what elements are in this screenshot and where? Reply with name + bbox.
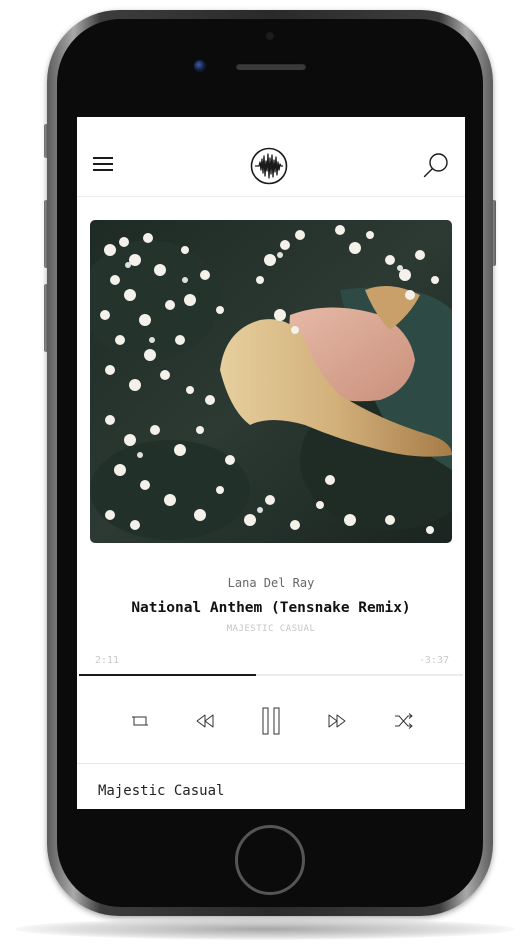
- pause-icon: [262, 707, 280, 735]
- section-divider: [77, 763, 465, 764]
- phone-shadow: [15, 918, 515, 940]
- app-header: [77, 117, 465, 197]
- artist-name[interactable]: Lana Del Ray: [77, 575, 465, 591]
- repeat-button[interactable]: [127, 703, 153, 739]
- search-icon[interactable]: [422, 151, 450, 179]
- progress-fill: [79, 674, 256, 676]
- track-title: National Anthem (Tensnake Remix): [131, 600, 411, 616]
- progress-bar[interactable]: [79, 674, 463, 676]
- album-artwork-image: [90, 220, 452, 543]
- rewind-icon: [196, 714, 214, 728]
- earpiece-speaker: [236, 63, 306, 70]
- remaining-time: -3:37: [418, 655, 449, 666]
- proximity-sensor: [266, 32, 274, 40]
- shuffle-icon: [395, 713, 413, 729]
- home-button[interactable]: [235, 825, 305, 895]
- playback-controls: [77, 703, 465, 739]
- channel-name[interactable]: Majestic Casual: [98, 783, 224, 799]
- elapsed-time: 2:11: [95, 655, 120, 666]
- fast-forward-button[interactable]: [323, 703, 351, 739]
- hamburger-menu-icon[interactable]: [93, 157, 113, 173]
- app-screen: Lana Del Ray National Anthem (Tensnake R…: [77, 117, 465, 809]
- pause-button[interactable]: [258, 703, 284, 739]
- rewind-button[interactable]: [191, 703, 219, 739]
- front-camera-icon: [194, 60, 206, 72]
- album-name[interactable]: MAJESTIC CASUAL: [77, 623, 465, 635]
- album-artwork: [90, 220, 452, 543]
- fast-forward-icon: [328, 714, 346, 728]
- shuffle-button[interactable]: [390, 703, 418, 739]
- track-info: Lana Del Ray National Anthem (Tensnake R…: [77, 575, 465, 635]
- stage: Lana Del Ray National Anthem (Tensnake R…: [0, 0, 529, 950]
- waveform-logo-icon[interactable]: [250, 147, 288, 185]
- repeat-icon: [132, 716, 148, 726]
